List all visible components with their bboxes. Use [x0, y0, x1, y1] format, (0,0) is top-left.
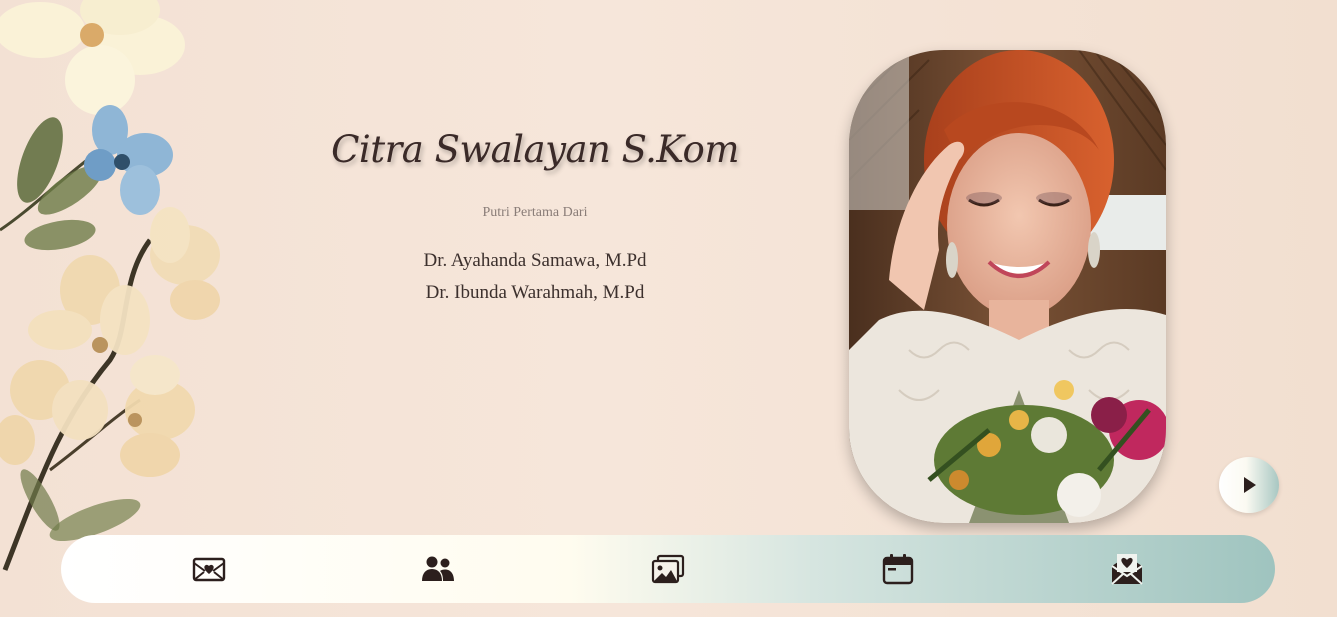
- floral-decoration: [0, 0, 220, 571]
- calendar-icon: [882, 554, 913, 585]
- play-icon: [1244, 477, 1256, 493]
- nav-date-button[interactable]: [868, 539, 928, 599]
- father-name: Dr. Ayahanda Samawa, M.Pd: [423, 250, 647, 271]
- music-play-button[interactable]: [1219, 457, 1279, 513]
- couple-icon: [422, 556, 455, 581]
- bottom-nav: [61, 535, 1275, 603]
- bride-photo: [849, 50, 1166, 523]
- nav-gift-button[interactable]: [1097, 539, 1157, 599]
- nav-couple-button[interactable]: [408, 539, 468, 599]
- gallery-icon: [651, 554, 685, 584]
- child-order-label: Putri Pertama Dari: [482, 205, 588, 220]
- nav-invitation-button[interactable]: [179, 539, 239, 599]
- wedding-gift-icon: [1111, 554, 1143, 585]
- nav-gallery-button[interactable]: [638, 539, 698, 599]
- envelope-heart-icon: [192, 557, 225, 582]
- mother-name: Dr. Ibunda Warahmah, M.Pd: [425, 282, 645, 303]
- bride-name: Citra Swalayan S.Kom: [331, 128, 739, 171]
